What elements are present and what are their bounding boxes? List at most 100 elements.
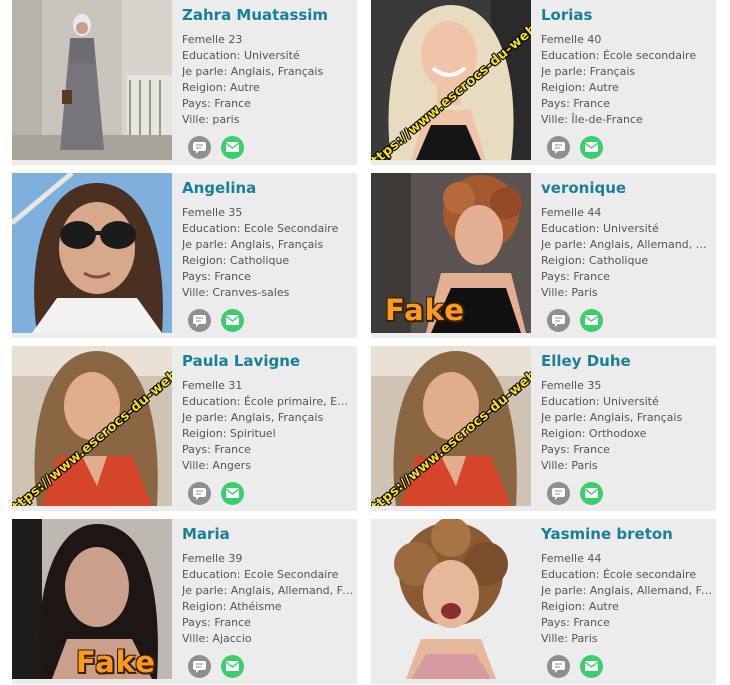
profile-actions (188, 482, 249, 505)
chat-bubble-icon (552, 488, 565, 500)
chat-bubble-icon (552, 661, 565, 673)
profile-name[interactable]: Paula Lavigne (182, 352, 354, 370)
gender-age: Femelle 23 (182, 33, 243, 46)
city: Ville: Ajaccio (182, 632, 252, 645)
profile-photo[interactable] (12, 0, 172, 160)
chat-button[interactable] (547, 482, 570, 505)
profile-actions (547, 655, 608, 678)
languages: Je parle: Anglais, Français (541, 411, 683, 424)
chat-bubble-icon (193, 661, 206, 673)
country: Pays: France (182, 616, 251, 629)
country: Pays: France (182, 443, 251, 456)
envelope-icon (226, 142, 240, 152)
chat-bubble-icon (193, 315, 206, 327)
chat-button[interactable] (188, 309, 211, 332)
gender-age: Femelle 35 (541, 379, 602, 392)
profile-info: Elley Duhe Femelle 35 Education: Univers… (541, 352, 713, 474)
city: Ville: Cranves-sales (182, 286, 290, 299)
education: Education: Université (541, 395, 659, 408)
profile-actions (188, 309, 249, 332)
profile-photo[interactable] (12, 173, 172, 333)
city: Ville: Paris (541, 459, 598, 472)
profile-photo[interactable]: Fake (12, 519, 172, 679)
chat-button[interactable] (547, 136, 570, 159)
religion: Reigion: Athéisme (182, 600, 282, 613)
profile-card[interactable]: Fake veronique Femelle 44 Education: Uni… (371, 173, 716, 338)
profile-photo[interactable]: Fake (371, 173, 531, 333)
country: Pays: France (541, 443, 610, 456)
message-button[interactable] (580, 655, 604, 678)
city: Ville: Paris (541, 286, 598, 299)
profile-info: Yasmine breton Femelle 44 Education: Éco… (541, 525, 713, 647)
profile-name[interactable]: Lorias (541, 6, 713, 24)
message-button[interactable] (221, 309, 245, 332)
gender-age: Femelle 39 (182, 552, 243, 565)
education: Education: Ecole Secondaire (182, 222, 339, 235)
languages: Je parle: Anglais, Allemand, Fr... (541, 584, 713, 597)
chat-button[interactable] (188, 655, 211, 678)
profile-photo[interactable]: https://www.escrocs-du-web.fr (12, 346, 172, 506)
languages: Je parle: Anglais, Français (182, 65, 324, 78)
profile-info: Lorias Femelle 40 Education: École secon… (541, 6, 713, 128)
education: Education: Université (541, 222, 659, 235)
profile-info: Paula Lavigne Femelle 31 Education: Écol… (182, 352, 354, 474)
profile-card[interactable]: https://www.escrocs-du-web.fr Elley Duhe… (371, 346, 716, 511)
education: Education: Université (182, 49, 300, 62)
profile-card[interactable]: Fake Maria Femelle 39 Education: Ecole S… (12, 519, 357, 684)
religion: Reigion: Spirituel (182, 427, 276, 440)
message-button[interactable] (580, 136, 604, 159)
message-button[interactable] (221, 655, 245, 678)
country: Pays: France (541, 270, 610, 283)
religion: Reigion: Orthodoxe (541, 427, 647, 440)
profile-photo[interactable] (371, 519, 531, 679)
country: Pays: France (541, 616, 610, 629)
chat-bubble-icon (193, 488, 206, 500)
profile-name[interactable]: Angelina (182, 179, 354, 197)
chat-bubble-icon (552, 142, 565, 154)
city: Ville: paris (182, 113, 240, 126)
profile-photo[interactable]: https://www.escrocs-du-web.fr (371, 0, 531, 160)
religion: Reigion: Catholique (541, 254, 649, 267)
profile-card[interactable]: https://www.escrocs-du-web.fr Paula Lavi… (12, 346, 357, 511)
envelope-icon (585, 315, 599, 325)
profile-name[interactable]: Maria (182, 525, 354, 543)
religion: Reigion: Autre (541, 81, 619, 94)
profile-name[interactable]: Elley Duhe (541, 352, 713, 370)
gender-age: Femelle 31 (182, 379, 243, 392)
city: Ville: Angers (182, 459, 251, 472)
chat-button[interactable] (188, 136, 211, 159)
gender-age: Femelle 40 (541, 33, 602, 46)
chat-button[interactable] (188, 482, 211, 505)
message-button[interactable] (580, 309, 604, 332)
languages: Je parle: Français (541, 65, 636, 78)
profile-name[interactable]: veronique (541, 179, 713, 197)
city: Ville: Île-de-France (541, 113, 643, 126)
gender-age: Femelle 35 (182, 206, 243, 219)
message-button[interactable] (221, 136, 245, 159)
profile-info: Maria Femelle 39 Education: Ecole Second… (182, 525, 354, 647)
profile-photo[interactable]: https://www.escrocs-du-web.fr (371, 346, 531, 506)
education: Education: Ecole Secondaire (182, 568, 339, 581)
chat-button[interactable] (547, 309, 570, 332)
country: Pays: France (182, 97, 251, 110)
profile-name[interactable]: Yasmine breton (541, 525, 713, 543)
profile-card[interactable]: https://www.escrocs-du-web.fr Lorias Fem… (371, 0, 716, 165)
message-button[interactable] (221, 482, 245, 505)
education: Education: École secondaire (541, 568, 697, 581)
profile-name[interactable]: Zahra Muatassim (182, 6, 354, 24)
profile-card[interactable]: Yasmine breton Femelle 44 Education: Éco… (371, 519, 716, 684)
education: Education: École primaire, Eco... (182, 395, 354, 408)
profile-card[interactable]: Zahra Muatassim Femelle 23 Education: Un… (12, 0, 357, 165)
chat-button[interactable] (547, 655, 570, 678)
religion: Reigion: Autre (182, 81, 260, 94)
envelope-icon (226, 661, 240, 671)
profile-actions (547, 482, 608, 505)
religion: Reigion: Catholique (182, 254, 290, 267)
religion: Reigion: Autre (541, 600, 619, 613)
city: Ville: Paris (541, 632, 598, 645)
profile-info: veronique Femelle 44 Education: Universi… (541, 179, 713, 301)
message-button[interactable] (580, 482, 604, 505)
fake-label: Fake (76, 645, 156, 679)
profile-card[interactable]: Angelina Femelle 35 Education: Ecole Sec… (12, 173, 357, 338)
languages: Je parle: Anglais, Français (182, 411, 324, 424)
